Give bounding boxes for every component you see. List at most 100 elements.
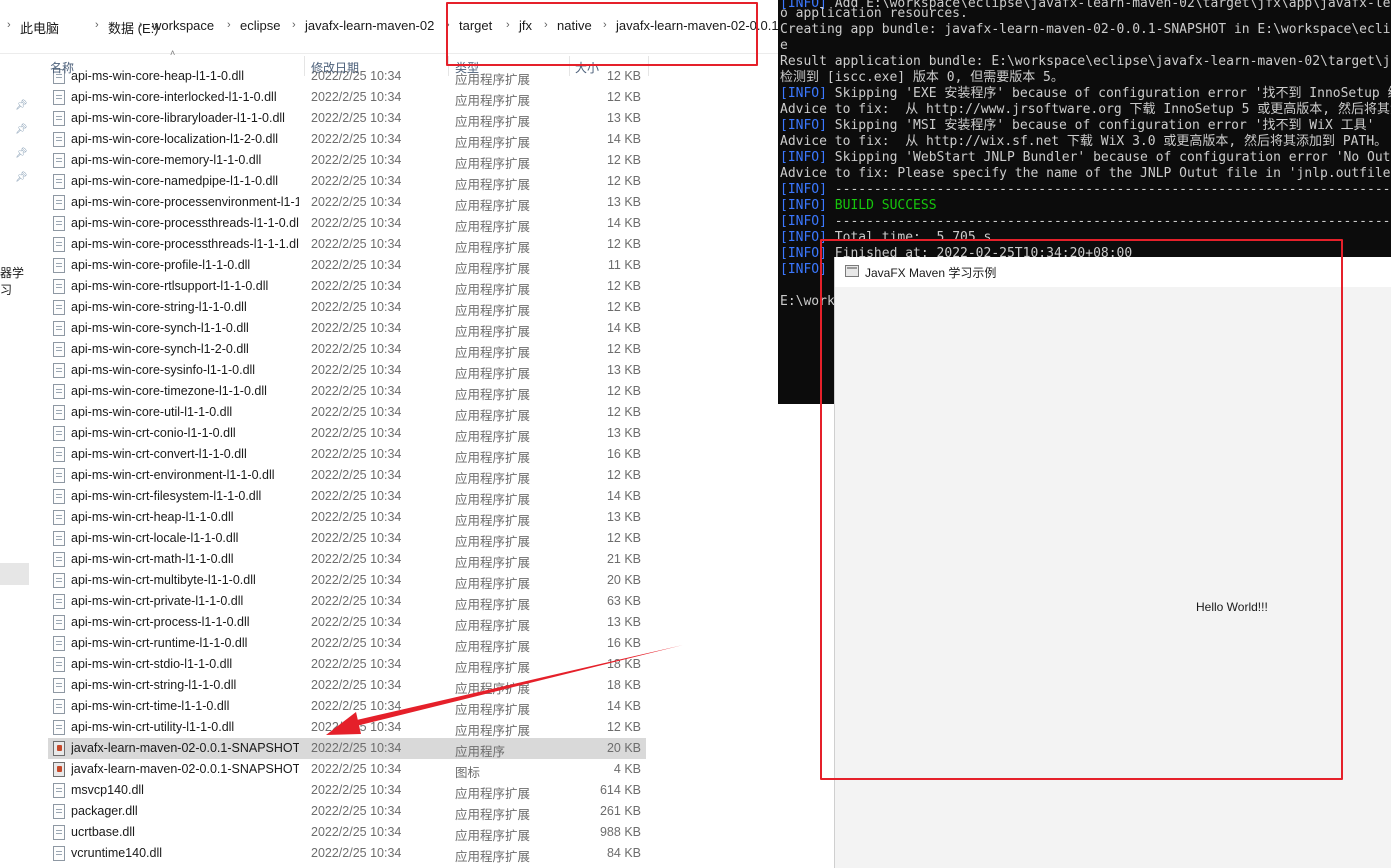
breadcrumb-chevron-icon[interactable]: › (7, 19, 11, 31)
file-icon (53, 237, 65, 252)
file-row[interactable]: api-ms-win-core-localization-l1-2-0.dll 2… (48, 129, 646, 150)
breadcrumb-chevron-icon[interactable]: › (292, 19, 296, 31)
file-date: 2022/2/25 10:34 (311, 825, 402, 839)
file-row[interactable]: api-ms-win-core-string-l1-1-0.dll 2022/2/… (48, 297, 646, 318)
file-name: api-ms-win-core-interlocked-l1-1-0.dll (71, 90, 277, 104)
file-size: 18 KB (606, 678, 641, 692)
file-row[interactable]: api-ms-win-core-timezone-l1-1-0.dll 2022/… (48, 381, 646, 402)
console-info-tag: [INFO] (780, 198, 827, 213)
file-icon (53, 342, 65, 357)
nav-item-selected[interactable] (0, 563, 29, 585)
file-icon (53, 678, 65, 693)
file-size: 13 KB (606, 363, 641, 377)
breadcrumb-item[interactable]: 数据 (E:) (108, 18, 159, 37)
file-row[interactable]: api-ms-win-crt-conio-l1-1-0.dll 2022/2/25… (48, 423, 646, 444)
file-date: 2022/2/25 10:34 (311, 468, 402, 482)
file-row[interactable]: api-ms-win-core-processenvironment-l1-1-… (48, 192, 646, 213)
file-row[interactable]: api-ms-win-core-sysinfo-l1-1-0.dll 2022/2… (48, 360, 646, 381)
file-row[interactable]: api-ms-win-core-libraryloader-l1-1-0.dll… (48, 108, 646, 129)
console-line: 检测到 [iscc.exe] 版本 0, 但需要版本 5。 (780, 70, 1064, 86)
file-row[interactable]: api-ms-win-crt-utility-l1-1-0.dll 2022/2/… (48, 717, 646, 738)
file-type: 应用程序扩展 (455, 325, 531, 339)
file-row[interactable]: api-ms-win-crt-private-l1-1-0.dll 2022/2/… (48, 591, 646, 612)
file-row[interactable]: api-ms-win-crt-locale-l1-1-0.dll 2022/2/2… (48, 528, 646, 549)
file-row[interactable]: api-ms-win-core-processthreads-l1-1-0.dl… (48, 213, 646, 234)
file-type: 应用程序扩展 (455, 850, 531, 864)
console-text: Skipping 'EXE 安装程序' because of configura… (826, 86, 1391, 101)
file-date: 2022/2/25 10:34 (311, 615, 402, 629)
file-icon (53, 657, 65, 672)
file-date: 2022/2/25 10:34 (311, 846, 402, 860)
file-row[interactable]: api-ms-win-crt-runtime-l1-1-0.dll 2022/2/… (48, 633, 646, 654)
file-size: 20 KB (606, 573, 641, 587)
breadcrumb-item[interactable]: javafx-learn-maven-02 (305, 18, 434, 33)
pin-icon[interactable]: 📌︎ (15, 100, 28, 111)
file-name: api-ms-win-crt-string-l1-1-0.dll (71, 678, 237, 692)
file-row[interactable]: api-ms-win-core-namedpipe-l1-1-0.dll 2022… (48, 171, 646, 192)
file-row[interactable]: api-ms-win-core-interlocked-l1-1-0.dll 20… (48, 87, 646, 108)
file-row[interactable]: api-ms-win-crt-environment-l1-1-0.dll 202… (48, 465, 646, 486)
breadcrumb-chevron-icon[interactable]: › (139, 19, 143, 31)
file-name: api-ms-win-crt-multibyte-l1-1-0.dll (71, 573, 256, 587)
file-date: 2022/2/25 10:34 (311, 195, 402, 209)
file-row[interactable]: api-ms-win-crt-filesystem-l1-1-0.dll 2022… (48, 486, 646, 507)
file-row[interactable]: api-ms-win-core-memory-l1-1-0.dll 2022/2/… (48, 150, 646, 171)
pin-icon[interactable]: 📌︎ (15, 172, 28, 183)
file-row[interactable]: api-ms-win-core-rtlsupport-l1-1-0.dll 202… (48, 276, 646, 297)
column-header-name[interactable]: 名称 (50, 59, 74, 76)
file-row[interactable]: api-ms-win-core-processthreads-l1-1-1.dl… (48, 234, 646, 255)
column-header-date[interactable]: 修改日期 (311, 59, 359, 76)
file-type: 应用程序扩展 (455, 199, 531, 213)
file-row[interactable]: packager.dll 2022/2/25 10:34 应用程序扩展 261 KB (48, 801, 646, 822)
pin-icon[interactable]: 📌︎ (15, 148, 28, 159)
console-line: Advice to fix: Please specify the name o… (780, 166, 1391, 182)
file-type: 应用程序扩展 (455, 388, 531, 402)
file-icon (53, 573, 65, 588)
file-row[interactable]: api-ms-win-core-synch-l1-1-0.dll 2022/2/2… (48, 318, 646, 339)
nav-item-partial-label[interactable]: 器学习 (0, 264, 32, 298)
pin-icon[interactable]: 📌︎ (15, 124, 28, 135)
file-icon (53, 300, 65, 315)
file-date: 2022/2/25 10:34 (311, 216, 402, 230)
file-size: 14 KB (606, 132, 641, 146)
breadcrumb-item[interactable]: eclipse (240, 18, 280, 33)
file-size: 12 KB (606, 153, 641, 167)
file-row[interactable]: api-ms-win-crt-multibyte-l1-1-0.dll 2022/… (48, 570, 646, 591)
file-row[interactable]: api-ms-win-crt-math-l1-1-0.dll 2022/2/25 … (48, 549, 646, 570)
file-row[interactable]: api-ms-win-crt-stdio-l1-1-0.dll 2022/2/25… (48, 654, 646, 675)
file-row[interactable]: api-ms-win-core-util-l1-1-0.dll 2022/2/25… (48, 402, 646, 423)
file-date: 2022/2/25 10:34 (311, 384, 402, 398)
file-row[interactable]: api-ms-win-crt-process-l1-1-0.dll 2022/2/… (48, 612, 646, 633)
file-icon (53, 720, 65, 735)
file-size: 16 KB (606, 636, 641, 650)
file-row[interactable]: ucrtbase.dll 2022/2/25 10:34 应用程序扩展 988 KB (48, 822, 646, 843)
breadcrumb-item[interactable]: workspace (152, 18, 214, 33)
file-size: 13 KB (606, 510, 641, 524)
file-size: 13 KB (606, 111, 641, 125)
console-text: ----------------------------------------… (826, 214, 1391, 229)
file-size: 12 KB (606, 279, 641, 293)
file-row[interactable]: api-ms-win-core-profile-l1-1-0.dll 2022/2… (48, 255, 646, 276)
breadcrumb-chevron-icon[interactable]: › (227, 19, 231, 31)
file-row[interactable]: vcruntime140.dll 2022/2/25 10:34 应用程序扩展 84 … (48, 843, 646, 864)
file-row[interactable]: api-ms-win-crt-string-l1-1-0.dll 2022/2/2… (48, 675, 646, 696)
file-size: 13 KB (606, 195, 641, 209)
breadcrumb-chevron-icon[interactable]: › (95, 19, 99, 31)
file-row[interactable]: javafx-learn-maven-02-0.0.1-SNAPSHOT.exe… (48, 738, 646, 759)
file-row[interactable]: api-ms-win-core-synch-l1-2-0.dll 2022/2/2… (48, 339, 646, 360)
file-size: 13 KB (606, 426, 641, 440)
file-name: api-ms-win-core-timezone-l1-1-0.dll (71, 384, 267, 398)
file-row[interactable]: api-ms-win-crt-heap-l1-1-0.dll 2022/2/25 … (48, 507, 646, 528)
file-name: api-ms-win-core-localization-l1-2-0.dll (71, 132, 279, 146)
breadcrumb-item[interactable]: 此电脑 (20, 18, 59, 37)
file-row[interactable]: msvcp140.dll 2022/2/25 10:34 应用程序扩展 614 KB (48, 780, 646, 801)
file-row[interactable]: javafx-learn-maven-02-0.0.1-SNAPSHOT.ico… (48, 759, 646, 780)
file-row[interactable]: api-ms-win-crt-time-l1-1-0.dll 2022/2/25 … (48, 696, 646, 717)
file-type: 图标 (455, 766, 481, 780)
file-icon (53, 804, 65, 819)
column-divider[interactable] (304, 56, 305, 76)
file-name: api-ms-win-crt-filesystem-l1-1-0.dll (71, 489, 262, 503)
file-row[interactable]: api-ms-win-crt-convert-l1-1-0.dll 2022/2/… (48, 444, 646, 465)
file-icon (53, 384, 65, 399)
file-type: 应用程序扩展 (455, 136, 531, 150)
